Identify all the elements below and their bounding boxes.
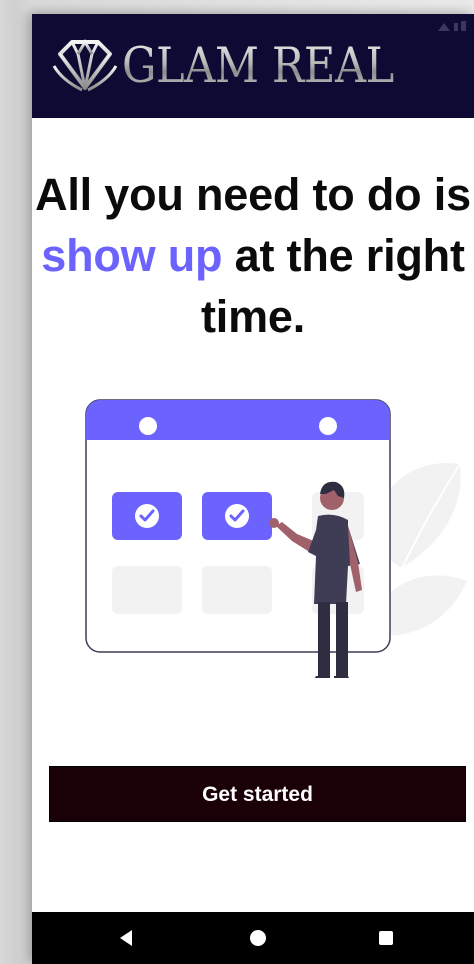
recents-button[interactable] [356,912,416,964]
system-nav-bar [32,912,474,964]
home-button[interactable] [228,912,288,964]
brand-logo-text: GLAM REAL [122,37,394,94]
headline-accent: show up [41,230,223,281]
phone-screen: GLAM REAL All you need to do is show up … [32,14,474,964]
app-header: GLAM REAL [32,14,474,118]
signal-wifi-icon [438,21,466,31]
get-started-button[interactable]: Get started [49,766,466,822]
home-circle-icon [250,930,266,946]
back-triangle-icon [120,930,132,946]
back-button[interactable] [96,912,156,964]
onboarding-headline: All you need to do is show up at the rig… [32,164,474,347]
recents-square-icon [379,931,393,945]
device-frame: GLAM REAL All you need to do is show up … [0,0,474,964]
calendar-checkmark-illustration [85,399,467,678]
diamond-icon [52,39,118,92]
status-bar [32,14,474,38]
headline-text-start: All you need to do is [35,169,471,220]
headline-text-end: at the right time. [200,230,465,342]
